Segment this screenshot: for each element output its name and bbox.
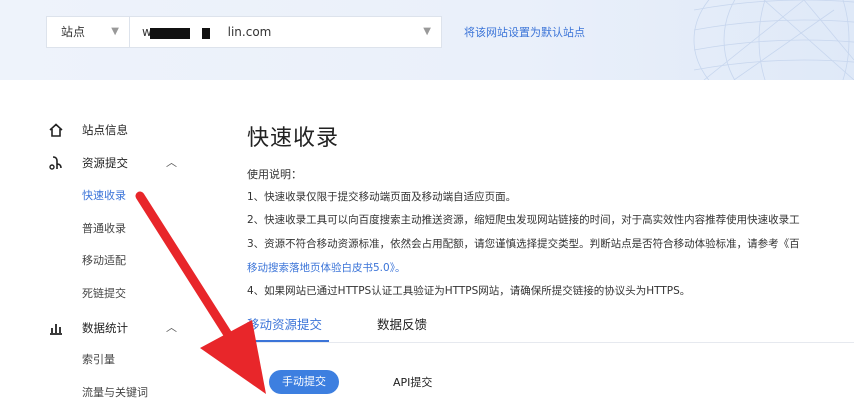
api-submit-button[interactable]: API提交	[393, 374, 432, 390]
sidebar-item-normal-index[interactable]: 普通收录	[82, 220, 126, 236]
redaction-mask	[150, 28, 190, 39]
usage-line: 3、资源不符合移动资源标准，依然会占用配额，请您谨慎选择提交类型。判断站点是否符…	[247, 238, 800, 250]
sidebar-group-data-stats[interactable]: 数据统计	[82, 320, 128, 336]
globe-mesh-decoration	[693, 0, 854, 80]
home-icon	[49, 123, 63, 137]
bar-chart-icon	[50, 324, 62, 335]
sidebar-item-dead-link[interactable]: 死链提交	[82, 285, 126, 301]
usage-line: 2、快速收录工具可以向百度搜索主动推送资源，缩短爬虫发现网站链接的时间，对于高实…	[247, 214, 800, 226]
set-default-site-link[interactable]: 将该网站设置为默认站点	[464, 24, 585, 40]
tab-mobile-resource-submit[interactable]: 移动资源提交	[247, 314, 322, 333]
domain-suffix: lin.com	[227, 25, 272, 39]
sidebar-item-site-info[interactable]: 站点信息	[82, 122, 128, 138]
sidebar-item-mobile-adapt[interactable]: 移动适配	[82, 252, 126, 268]
redaction-mask	[202, 28, 210, 39]
usage-line: 4、如果网站已通过HTTPS认证工具验证为HTTPS网站，请确保所提交链接的协议…	[247, 285, 691, 297]
chevron-down-icon: ▼	[111, 26, 119, 37]
chevron-up-icon[interactable]: ︿	[166, 154, 177, 170]
site-type-select[interactable]: 站点 ▼	[46, 16, 130, 48]
usage-line: 1、快速收录仅限于提交移动端页面及移动端自适应页面。	[247, 191, 517, 203]
sidebar-item-quick-index[interactable]: 快速收录	[82, 187, 126, 203]
site-type-value: 站点	[61, 25, 86, 39]
resource-submit-icon	[49, 156, 62, 170]
top-bar: 站点 ▼ wwlin.com ▼ 将该网站设置为默认站点	[0, 0, 854, 80]
usage-title: 使用说明：	[247, 168, 302, 181]
sidebar-group-resource-submit[interactable]: 资源提交	[82, 155, 128, 171]
tab-data-feedback[interactable]: 数据反馈	[377, 314, 427, 333]
sidebar-item-index-count[interactable]: 索引量	[82, 351, 115, 367]
sidebar: 站点信息 资源提交 ︿ 快速收录 普通收录 移动适配 死链提交 数据统计 ︿ 索…	[0, 80, 200, 400]
page-title: 快速收录	[247, 126, 340, 151]
whitepaper-link[interactable]: 移动搜索落地页体验白皮书5.0》。	[247, 260, 405, 275]
active-tab-indicator	[247, 340, 329, 342]
chevron-down-icon: ▼	[423, 26, 431, 37]
chevron-up-icon[interactable]: ︿	[166, 319, 177, 335]
tab-bar: 移动资源提交 数据反馈	[247, 314, 854, 343]
sidebar-item-traffic-keywords[interactable]: 流量与关键词	[82, 384, 148, 400]
manual-submit-button[interactable]: 手动提交	[269, 370, 339, 394]
main-content: 快速收录 使用说明： 1、快速收录仅限于提交移动端页面及移动端自适应页面。 2、…	[247, 80, 854, 400]
